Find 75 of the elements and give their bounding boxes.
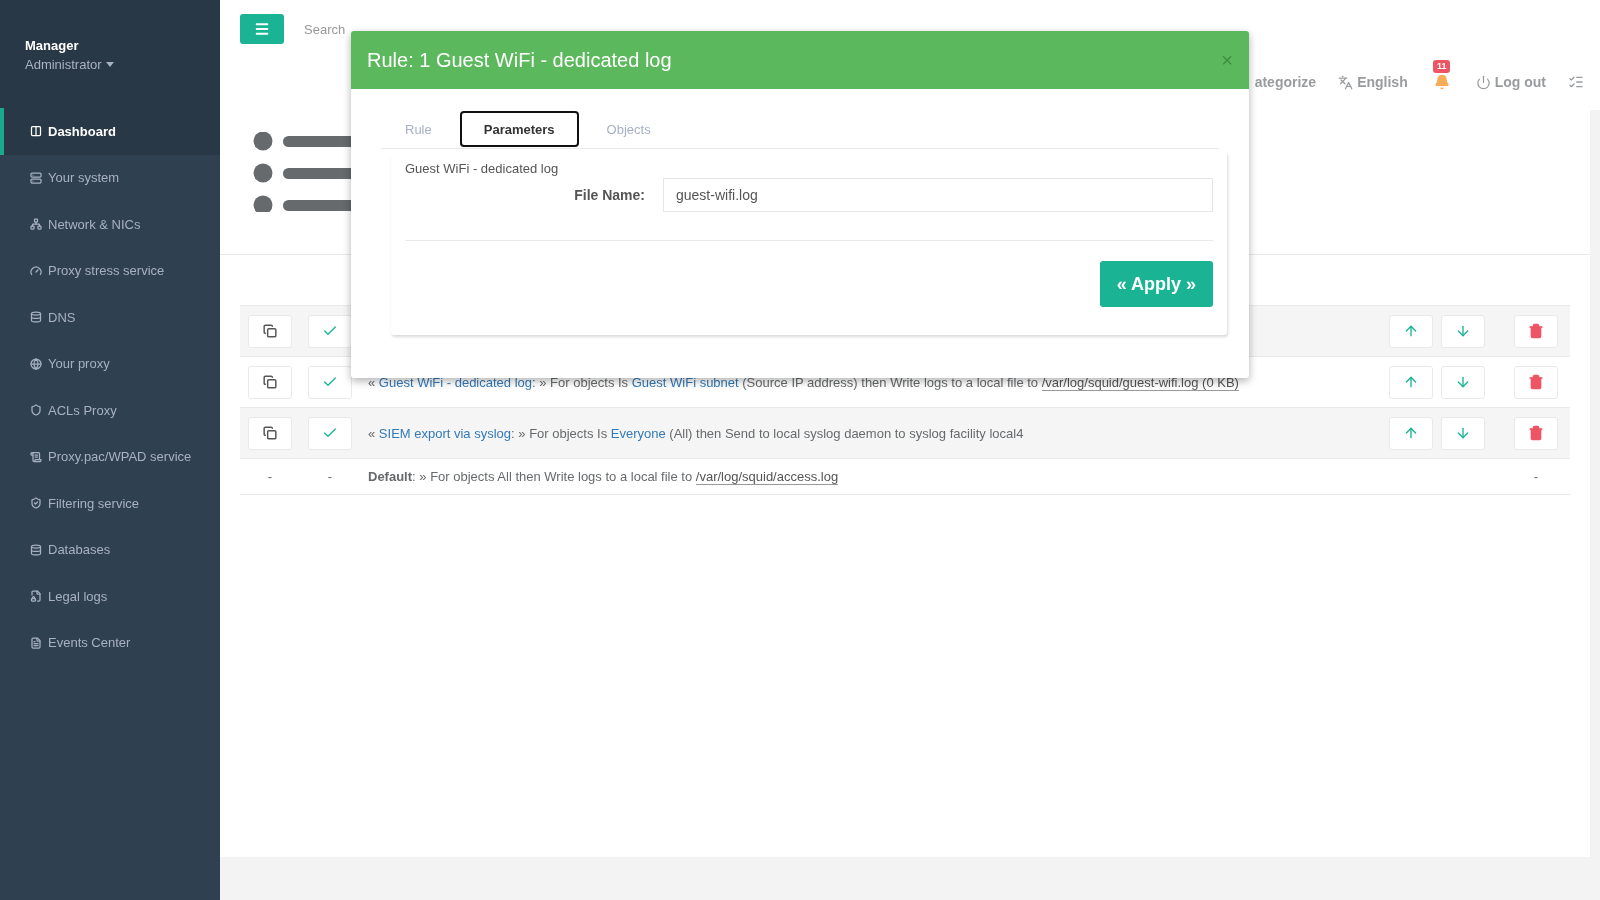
field-label: File Name: bbox=[573, 187, 645, 203]
sidebar-item[interactable]: Filtering service bbox=[0, 480, 220, 527]
notifications-link[interactable]: 11 bbox=[1429, 60, 1454, 90]
move-up-button[interactable] bbox=[1389, 365, 1433, 399]
role-dropdown[interactable]: Administrator bbox=[25, 57, 114, 72]
server-icon bbox=[30, 171, 42, 184]
caret-icon bbox=[105, 62, 114, 67]
delete-button[interactable] bbox=[1514, 314, 1558, 348]
notification-badge: 11 bbox=[1432, 60, 1451, 73]
panel-caption: Guest WiFi - dedicated log bbox=[405, 161, 560, 176]
file-path: /var/log/squid/access.log bbox=[695, 469, 839, 485]
file-icon bbox=[30, 636, 42, 649]
bell-icon bbox=[1433, 74, 1450, 90]
apply-button[interactable]: « Apply » bbox=[1099, 261, 1213, 307]
duplicate-button[interactable] bbox=[248, 416, 292, 450]
sidebar-item[interactable]: Network & NICs bbox=[0, 201, 220, 248]
file-lock-icon bbox=[30, 590, 42, 603]
sidebar-item[interactable]: ACLs Proxy bbox=[0, 387, 220, 434]
logout-link[interactable]: Log out bbox=[1475, 74, 1546, 90]
trash-icon bbox=[1528, 323, 1544, 339]
rule-link[interactable]: Guest WiFi subnet bbox=[631, 374, 739, 390]
duplicate-button[interactable] bbox=[248, 365, 292, 399]
copy-icon bbox=[263, 375, 277, 389]
toggle-button[interactable] bbox=[308, 416, 352, 450]
table-cell-text: - bbox=[326, 469, 334, 484]
copy-icon bbox=[263, 426, 277, 440]
rule-link[interactable]: Everyone bbox=[610, 425, 666, 441]
nav-link[interactable]: ategorize bbox=[1254, 74, 1317, 90]
database-icon bbox=[30, 543, 42, 556]
gauge-icon bbox=[30, 264, 42, 277]
toggle-button[interactable] bbox=[308, 365, 352, 399]
language-link[interactable]: English bbox=[1338, 74, 1408, 90]
sidebar-item[interactable]: Events Center bbox=[0, 619, 220, 666]
copy-icon bbox=[263, 324, 277, 338]
database-icon bbox=[30, 311, 42, 324]
move-down-button[interactable] bbox=[1441, 365, 1485, 399]
dialog-title: Rule: 1 Guest WiFi - dedicated log bbox=[367, 48, 672, 72]
power-icon bbox=[1475, 74, 1491, 90]
checklist-icon[interactable] bbox=[1568, 74, 1584, 90]
sidebar-item[interactable]: Databases bbox=[0, 526, 220, 573]
sidebar-item[interactable]: Your proxy bbox=[0, 340, 220, 387]
tab[interactable]: Parameters bbox=[459, 111, 579, 147]
move-up-button[interactable] bbox=[1389, 314, 1433, 348]
user-name: Manager bbox=[25, 38, 79, 53]
move-down-button[interactable] bbox=[1441, 314, 1485, 348]
move-up-button[interactable] bbox=[1389, 416, 1433, 450]
translate-icon bbox=[1338, 74, 1354, 90]
sidebar-item[interactable]: Proxy stress service bbox=[0, 247, 220, 294]
table-cell-text: - bbox=[266, 469, 274, 484]
move-down-button[interactable] bbox=[1441, 416, 1485, 450]
table-cell-text: - bbox=[1532, 469, 1540, 484]
sidebar-item[interactable]: Legal logs bbox=[0, 573, 220, 620]
network-icon bbox=[30, 218, 42, 231]
trash-icon bbox=[1528, 374, 1544, 390]
scroll-icon bbox=[30, 450, 42, 463]
delete-button[interactable] bbox=[1514, 365, 1558, 399]
menu-button[interactable] bbox=[240, 14, 284, 44]
rule-link[interactable]: Guest WiFi - dedicated log bbox=[378, 374, 533, 390]
globe-icon bbox=[30, 357, 42, 370]
rule-link[interactable]: SIEM export via syslog bbox=[378, 425, 512, 441]
shield-icon bbox=[30, 404, 42, 417]
sidebar-item[interactable]: Your system bbox=[0, 154, 220, 201]
rule-description: « SIEM export via syslog: » For objects Is Everyone (All) then Send to local syslog daemon to syslog facility local4 bbox=[368, 425, 1025, 441]
shield-check-icon bbox=[30, 497, 42, 510]
delete-button[interactable] bbox=[1514, 416, 1558, 450]
duplicate-button[interactable] bbox=[248, 314, 292, 348]
dashboard-icon bbox=[30, 125, 42, 138]
sidebar-item[interactable]: Dashboard bbox=[0, 108, 220, 155]
rule-description: Default: » For objects All then Write logs to a local file to /var/log/squid/access.log bbox=[368, 469, 840, 484]
file-name-field[interactable]: guest-wifi.log bbox=[663, 178, 1213, 212]
toggle-button[interactable] bbox=[308, 314, 352, 348]
sidebar-item[interactable]: Proxy.pac/WPAD service bbox=[0, 433, 220, 480]
trash-icon bbox=[1528, 425, 1544, 441]
menu-icon bbox=[254, 21, 270, 37]
sidebar-item[interactable]: DNS bbox=[0, 294, 220, 341]
